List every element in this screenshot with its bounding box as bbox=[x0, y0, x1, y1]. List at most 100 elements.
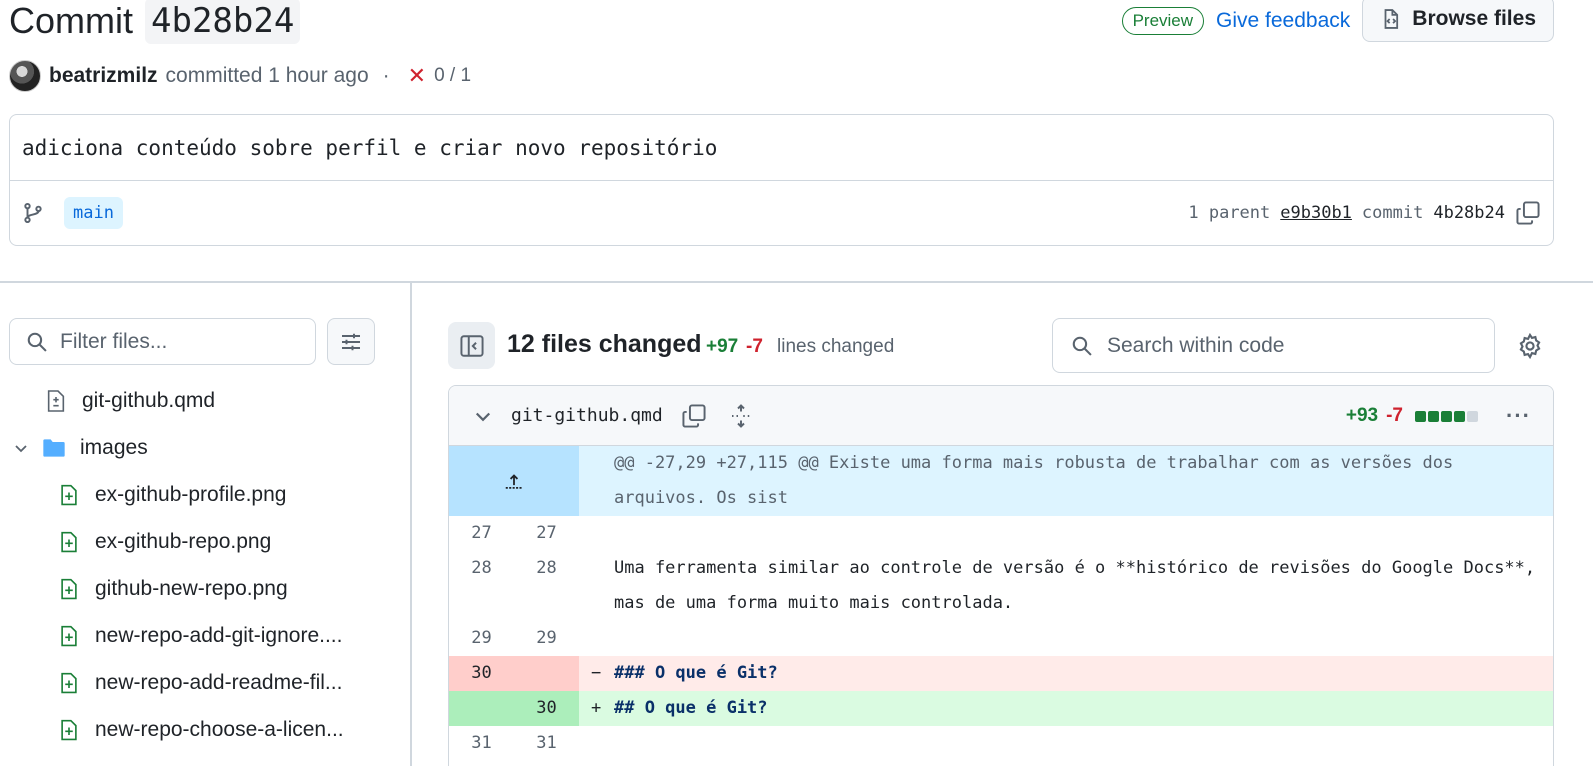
tree-item-file[interactable]: ex-github-repo.png bbox=[0, 518, 405, 565]
chevron-down-icon[interactable] bbox=[473, 406, 493, 426]
commit-sha-title[interactable]: 4b28b24 bbox=[145, 0, 301, 44]
tree-item-file[interactable]: new-repo-add-git-ignore.... bbox=[0, 612, 405, 659]
file-added-icon bbox=[57, 530, 81, 554]
search-icon bbox=[27, 332, 47, 352]
committed-time: committed 1 hour ago bbox=[165, 64, 369, 87]
old-line-number[interactable] bbox=[449, 691, 514, 726]
files-changed-count: 12 files changed bbox=[507, 330, 702, 358]
parent-sha-link[interactable]: e9b30b1 bbox=[1280, 203, 1352, 223]
tree-item-label: new-repo-add-readme-fil... bbox=[95, 670, 343, 694]
toggle-file-tree-button[interactable] bbox=[448, 322, 495, 369]
avatar[interactable] bbox=[9, 60, 41, 92]
filter-options-button[interactable] bbox=[327, 318, 375, 365]
old-line-number[interactable]: 27 bbox=[449, 516, 514, 551]
old-line-number[interactable]: 29 bbox=[449, 621, 514, 656]
additions-count: +97 bbox=[706, 336, 739, 357]
copy-icon[interactable] bbox=[1515, 200, 1541, 226]
diff-line: 28 28 Uma ferramenta similar ao controle… bbox=[449, 551, 1553, 621]
commit-message: adiciona conteúdo sobre perfil e criar n… bbox=[10, 115, 1553, 181]
new-line-number[interactable]: 29 bbox=[514, 621, 579, 656]
filter-placeholder: Filter files... bbox=[60, 329, 168, 353]
commit-label: commit bbox=[1361, 203, 1424, 223]
meta-separator: · bbox=[382, 64, 390, 87]
new-line-number[interactable]: 30 bbox=[514, 691, 579, 726]
expand-all-icon[interactable] bbox=[729, 403, 753, 428]
line-code: + ## O que é Git? bbox=[579, 691, 1553, 726]
file-added-icon bbox=[57, 577, 81, 601]
tree-item-label: images bbox=[80, 435, 148, 459]
diff-line: 29 29 bbox=[449, 621, 1553, 656]
line-code: Uma ferramenta similar ao controle de ve… bbox=[614, 558, 1546, 613]
file-diff: git-github.qmd +93 -7 ··· @@ -27,29 +27,… bbox=[448, 385, 1554, 766]
parent-label: 1 parent bbox=[1188, 203, 1271, 223]
kebab-menu-icon[interactable]: ··· bbox=[1506, 403, 1531, 429]
sliders-icon bbox=[342, 333, 360, 350]
parent-info: 1 parent e9b30b1 commit 4b28b24 bbox=[1188, 200, 1541, 226]
search-icon bbox=[1072, 336, 1092, 356]
file-tree: git-github.qmd images ex-github-profile.… bbox=[0, 377, 405, 753]
divider bbox=[0, 281, 1593, 283]
new-line-number[interactable] bbox=[514, 656, 579, 691]
diff-marker: − bbox=[591, 663, 602, 683]
diff-line-deleted: 30 − ### O que é Git? bbox=[449, 656, 1553, 691]
tree-item-label: ex-github-repo.png bbox=[95, 529, 272, 553]
file-header: git-github.qmd +93 -7 ··· bbox=[449, 386, 1553, 446]
deletions-count: -7 bbox=[746, 336, 763, 357]
sidebar-divider[interactable] bbox=[410, 283, 412, 766]
tree-item-file[interactable]: github-new-repo.png bbox=[0, 565, 405, 612]
author-link[interactable]: beatrizmilz bbox=[49, 64, 158, 88]
tree-item-git-github[interactable]: git-github.qmd bbox=[0, 377, 405, 424]
file-added-icon bbox=[57, 671, 81, 695]
diff-marker: + bbox=[591, 698, 602, 718]
old-line-number[interactable]: 31 bbox=[449, 726, 514, 761]
new-line-number[interactable]: 31 bbox=[514, 726, 579, 761]
diff-line-added: 30 + ## O que é Git? bbox=[449, 691, 1553, 726]
give-feedback-link[interactable]: Give feedback bbox=[1216, 9, 1350, 33]
hunk-header-text: @@ -27,29 +27,115 @@ Existe uma forma ma… bbox=[579, 446, 1553, 516]
branch-pill[interactable]: main bbox=[64, 197, 123, 229]
header-actions: Preview Give feedback Browse files bbox=[1121, 0, 1554, 42]
old-line-number[interactable]: 28 bbox=[449, 551, 514, 621]
git-branch-icon bbox=[24, 202, 42, 224]
browse-files-label: Browse files bbox=[1412, 7, 1536, 30]
diff-line: 27 27 bbox=[449, 516, 1553, 551]
commit-box: adiciona conteúdo sobre perfil e criar n… bbox=[9, 114, 1554, 246]
file-name[interactable]: git-github.qmd bbox=[511, 405, 663, 426]
filter-files-input[interactable]: Filter files... bbox=[9, 318, 316, 365]
title-prefix: Commit bbox=[9, 0, 133, 41]
hunk-header-row: @@ -27,29 +27,115 @@ Existe uma forma ma… bbox=[449, 446, 1553, 516]
tree-item-file[interactable]: new-repo-add-readme-fil... bbox=[0, 659, 405, 706]
file-additions: +93 bbox=[1345, 405, 1379, 426]
tree-item-file[interactable]: ex-github-profile.png bbox=[0, 471, 405, 518]
checks-count[interactable]: 0 / 1 bbox=[434, 65, 471, 87]
search-code-input[interactable]: Search within code bbox=[1052, 318, 1495, 373]
line-code: − ### O que é Git? bbox=[579, 656, 1553, 691]
tree-item-images[interactable]: images bbox=[0, 424, 405, 471]
tree-item-file[interactable]: new-repo-choose-a-licen... bbox=[0, 706, 405, 753]
new-line-number[interactable]: 27 bbox=[514, 516, 579, 551]
search-placeholder: Search within code bbox=[1107, 333, 1285, 357]
tree-item-label: git-github.qmd bbox=[82, 388, 216, 412]
file-deletions: -7 bbox=[1386, 405, 1404, 426]
copy-icon[interactable] bbox=[681, 403, 707, 429]
commit-footer: main 1 parent e9b30b1 commit 4b28b24 bbox=[10, 181, 1553, 245]
expand-up-icon[interactable] bbox=[449, 446, 579, 516]
file-added-icon bbox=[57, 624, 81, 648]
file-added-icon bbox=[57, 483, 81, 507]
old-line-number[interactable]: 30 bbox=[449, 656, 514, 691]
commit-meta: beatrizmilz committed 1 hour ago · ✕ 0 /… bbox=[9, 60, 471, 92]
file-code-icon bbox=[1384, 9, 1399, 29]
diff-line: 31 31 bbox=[449, 726, 1553, 761]
diffstat-blocks bbox=[1415, 410, 1479, 422]
gear-icon[interactable] bbox=[1517, 333, 1543, 359]
tree-item-label: new-repo-choose-a-licen... bbox=[95, 717, 344, 741]
browse-files-button[interactable]: Browse files bbox=[1362, 0, 1554, 42]
tree-item-label: ex-github-profile.png bbox=[95, 482, 287, 506]
commit-sha: 4b28b24 bbox=[1433, 203, 1505, 223]
x-icon[interactable]: ✕ bbox=[408, 63, 426, 89]
chevron-down-icon bbox=[12, 436, 30, 460]
new-line-number[interactable]: 28 bbox=[514, 551, 579, 621]
